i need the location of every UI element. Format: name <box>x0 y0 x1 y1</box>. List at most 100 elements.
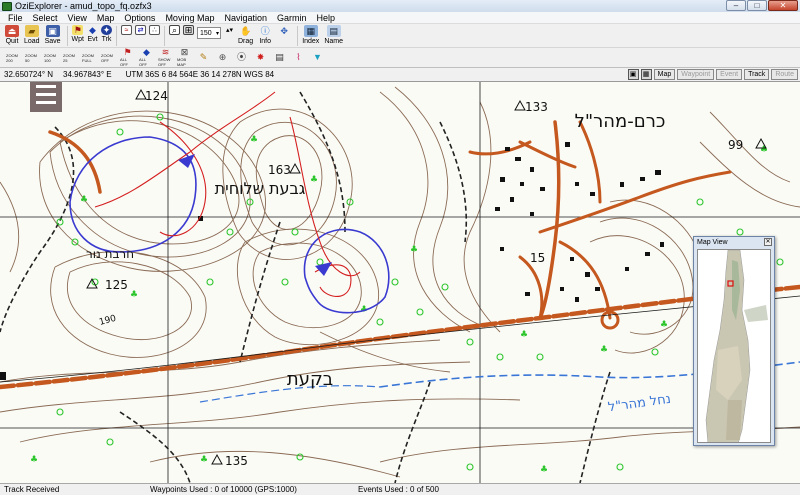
map-view-title-bar[interactable]: Map View ✕ <box>694 237 774 248</box>
magnifier-button[interactable]: ⌕ <box>169 24 180 35</box>
hand-icon: ✋ <box>239 25 252 36</box>
legend-stripe <box>36 85 56 88</box>
tab-track[interactable]: Track <box>744 69 770 80</box>
quit-icon: ⏏ <box>5 25 19 37</box>
tab-waypoint[interactable]: Waypoint <box>677 69 715 80</box>
compass-arrows-button[interactable]: ✥ <box>277 24 291 37</box>
building <box>575 297 579 302</box>
name-button[interactable]: ▤ Name <box>324 24 343 46</box>
zoom-tool-button[interactable]: ⊞ <box>183 24 194 35</box>
menu-bar: File Select View Map Options Moving Map … <box>0 12 800 24</box>
map-view-title: Map View <box>697 239 728 246</box>
pine-symbol: ♣ <box>250 135 258 145</box>
tab-route[interactable]: Route <box>771 69 798 80</box>
position-icon: ⦿ <box>236 52 246 62</box>
menu-moving-map[interactable]: Moving Map <box>165 13 214 23</box>
menu-select[interactable]: Select <box>33 13 58 23</box>
zoom-level-value: 150 <box>200 29 212 37</box>
show-route-button[interactable]: ⇄ <box>135 24 146 35</box>
zoom-50-button[interactable]: ZOOM 50 <box>25 50 40 65</box>
track-icon: ✦ <box>101 24 112 35</box>
index-button[interactable]: ▦ Index <box>302 24 319 46</box>
building <box>625 267 629 271</box>
maximize-button[interactable]: □ <box>747 0 767 11</box>
event-diamond-icon: ◆ <box>143 47 150 57</box>
coordinate-bar: 32.650724° N 34.967843° E UTM 36S 6 84 5… <box>0 68 800 82</box>
properties-button[interactable]: ▤ <box>272 50 287 65</box>
show-points-button[interactable]: ∴ <box>149 24 160 35</box>
event-icon: ◆ <box>89 24 96 35</box>
minimize-button[interactable]: – <box>726 0 746 11</box>
properties-icon: ▤ <box>275 52 284 62</box>
name-search-icon: ▤ <box>326 25 341 37</box>
overview-icon[interactable]: ▦ <box>640 69 652 80</box>
pine-symbol: ♣ <box>410 245 418 255</box>
position-button[interactable]: ⦿ <box>234 50 249 65</box>
map-view-close-icon[interactable]: ✕ <box>764 238 772 246</box>
menu-navigation[interactable]: Navigation <box>224 13 267 23</box>
crosshair-button[interactable]: ⊕ <box>215 50 230 65</box>
tracks-show-off-button[interactable]: ≋ SHOW OFF <box>158 48 173 68</box>
zoom-25-button[interactable]: ZOOM 25 <box>63 50 78 65</box>
pencil-button[interactable]: ✎ <box>196 50 211 65</box>
zoom-off-button[interactable]: ZOOM OFF <box>101 50 116 65</box>
filter-button[interactable]: ▼ <box>310 50 325 65</box>
show-track-button[interactable]: ≈ <box>121 24 132 35</box>
spot-height-label: 135 <box>225 454 248 468</box>
app-icon <box>2 1 12 11</box>
crosshair-icon: ⊕ <box>218 52 227 62</box>
building <box>510 197 514 202</box>
drag-button[interactable]: ✋ Drag <box>238 24 253 46</box>
zoom-steps-icon: ▴▾ <box>225 26 234 34</box>
close-button[interactable]: ✕ <box>768 0 798 11</box>
status-message: Track Received <box>4 485 60 494</box>
window-controls: – □ ✕ <box>726 0 798 11</box>
mob-map-button[interactable]: ⊠ MOB MAP <box>177 48 192 68</box>
waypoints-all-off-button[interactable]: ⚑ ALL OFF <box>120 48 135 68</box>
menu-help[interactable]: Help <box>317 13 336 23</box>
spot-height-label: 99 <box>728 138 743 152</box>
pencil-icon: ✎ <box>199 52 208 62</box>
tab-event[interactable]: Event <box>716 69 743 80</box>
pine-symbol: ♣ <box>760 145 768 155</box>
place-label-hirbet-nur: חרבת נור <box>86 247 134 261</box>
load-button[interactable]: ▰ Load <box>24 24 40 46</box>
save-icon: ▣ <box>45 25 60 37</box>
save-button[interactable]: ▣ Save <box>45 24 61 46</box>
toolbar-separator <box>66 26 68 46</box>
zoom-100-button[interactable]: ZOOM 100 <box>44 50 59 65</box>
event-button[interactable]: ◆ Evt <box>87 24 98 44</box>
zoom-steps-button[interactable]: ▴▾ <box>224 24 235 35</box>
map-view-window[interactable]: Map View ✕ <box>693 236 775 446</box>
map-view-overview[interactable] <box>697 249 771 443</box>
tab-map[interactable]: Map <box>653 69 676 80</box>
track-button[interactable]: ✦ Trk <box>101 24 112 44</box>
menu-options[interactable]: Options <box>124 13 155 23</box>
stop-button[interactable]: ✸ <box>253 50 268 65</box>
waypoint-button[interactable]: ⚑ Wpt <box>72 24 84 44</box>
building <box>645 252 650 256</box>
info-icon: ⓘ <box>260 25 270 36</box>
secondary-toolbar: ZOOM 200 ZOOM 50 ZOOM 100 ZOOM 25 ZOOM F… <box>0 48 800 68</box>
filter-icon: ▼ <box>313 52 322 62</box>
menu-map[interactable]: Map <box>97 13 115 23</box>
events-all-off-button[interactable]: ◆ ALL OFF <box>139 47 154 68</box>
graph-button[interactable]: ⌇ <box>291 50 306 65</box>
layers-icon[interactable]: ▣ <box>627 69 639 80</box>
menu-view[interactable]: View <box>68 13 87 23</box>
toolbar-separator <box>297 26 299 46</box>
zoom-full-button[interactable]: ZOOM FULL <box>82 50 97 65</box>
building <box>540 187 545 191</box>
spot-height-label: 163 <box>268 163 291 177</box>
map-canvas[interactable]: ♣ ♣ ♣ ♣ ♣ ♣ ♣ ♣ ♣ ♣ ♣ ♣ ♣ 124 163 133 12… <box>0 82 800 483</box>
building <box>570 257 574 261</box>
menu-garmin[interactable]: Garmin <box>277 13 307 23</box>
zoom-level-select[interactable]: 150 ▾ <box>197 27 221 39</box>
pine-symbol: ♣ <box>130 290 138 300</box>
zoom-200-button[interactable]: ZOOM 200 <box>6 50 21 65</box>
info-button[interactable]: ⓘ Info <box>258 24 272 46</box>
quit-button[interactable]: ⏏ Quit <box>5 24 19 46</box>
menu-file[interactable]: File <box>8 13 23 23</box>
toolbar-separator <box>116 26 117 46</box>
mode-tabs: ▣ ▦ Map Waypoint Event Track Route <box>627 69 798 80</box>
